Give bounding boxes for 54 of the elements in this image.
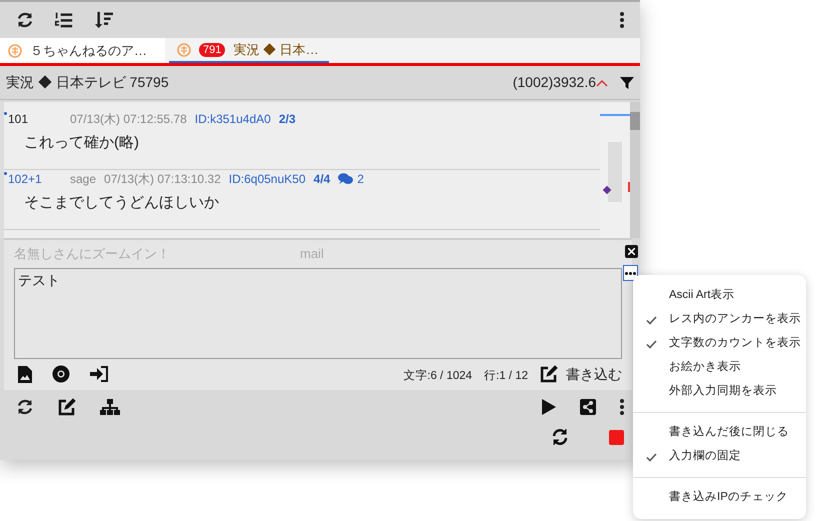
more-vertical-icon[interactable] xyxy=(620,399,624,415)
unread-badge: 791 xyxy=(199,42,226,56)
tree-icon[interactable] xyxy=(100,399,120,415)
sign-in-icon[interactable] xyxy=(90,366,108,382)
menu-item[interactable]: お絵かき表示 xyxy=(633,356,806,380)
more-options-button[interactable] xyxy=(623,265,638,281)
filter-icon[interactable] xyxy=(620,76,634,90)
more-vertical-icon[interactable] xyxy=(620,12,624,28)
tab[interactable]: ５ちゃんねるのア… xyxy=(0,38,165,63)
post-body: そこまでしてうどんほしいか xyxy=(24,193,219,213)
board-icon xyxy=(8,44,22,58)
edit-icon xyxy=(540,365,558,383)
stop-button[interactable] xyxy=(609,430,624,444)
post-count[interactable]: 2/3 xyxy=(278,110,296,128)
chevron-up-icon[interactable] xyxy=(596,78,608,88)
play-icon[interactable] xyxy=(542,399,556,415)
edit-icon[interactable] xyxy=(58,398,76,416)
menu-item[interactable]: 文字数のカウントを表示 xyxy=(633,332,806,356)
post-body: これって確か(略) xyxy=(24,133,139,153)
refresh-icon[interactable] xyxy=(16,398,34,416)
share-icon[interactable] xyxy=(580,399,596,415)
name-field[interactable]: 名無しさんにズームイン！ xyxy=(14,244,284,264)
browser-icon[interactable] xyxy=(52,365,70,383)
reply-count[interactable]: 2 xyxy=(357,170,364,188)
post-id[interactable]: ID:6q05nuK50 xyxy=(228,170,306,188)
post-number[interactable]: 101 xyxy=(8,110,62,128)
menu-item[interactable]: Ascii Art表示 xyxy=(633,284,806,308)
character-counter: 文字:6 / 1024 行:1 / 12 xyxy=(403,368,528,384)
close-button[interactable] xyxy=(625,245,638,258)
post-mail: sage xyxy=(70,171,96,188)
replies-icon[interactable] xyxy=(338,173,354,185)
board-icon xyxy=(177,42,191,56)
thread-stats: (1002)3932.6 xyxy=(512,73,596,92)
thread-title: 実況 ◆ 日本テレビ 75795 xyxy=(6,73,169,92)
more-horizontal-icon xyxy=(625,272,636,274)
submit-button[interactable]: 書き込む xyxy=(540,364,622,384)
mail-field[interactable]: mail xyxy=(300,244,500,264)
message-field[interactable]: テスト xyxy=(14,268,622,359)
menu-item[interactable]: 書き込んだ後に閉じる xyxy=(633,421,806,445)
post-number[interactable]: 102+1 xyxy=(8,170,62,188)
numbered-list-icon[interactable] xyxy=(54,11,74,29)
refresh-icon[interactable] xyxy=(16,11,34,29)
post-date: 07/13(木) 07:12:55.78 xyxy=(70,111,187,128)
post-date: 07/13(木) 07:13:10.32 xyxy=(104,171,221,188)
sort-descending-icon[interactable] xyxy=(94,11,114,29)
menu-item[interactable]: 外部入力同期を表示 xyxy=(633,380,806,404)
image-file-icon[interactable] xyxy=(18,366,32,382)
menu-item[interactable]: 書き込みIPのチェック xyxy=(633,486,806,510)
post-count[interactable]: 4/4 xyxy=(314,170,330,188)
menu-item[interactable]: レス内のアンカーを表示 xyxy=(633,308,806,332)
post-id[interactable]: ID:k351u4dA0 xyxy=(194,110,271,128)
close-icon xyxy=(628,248,635,255)
sync-icon[interactable] xyxy=(551,428,569,446)
menu-item[interactable]: 入力欄の固定 xyxy=(633,445,806,469)
